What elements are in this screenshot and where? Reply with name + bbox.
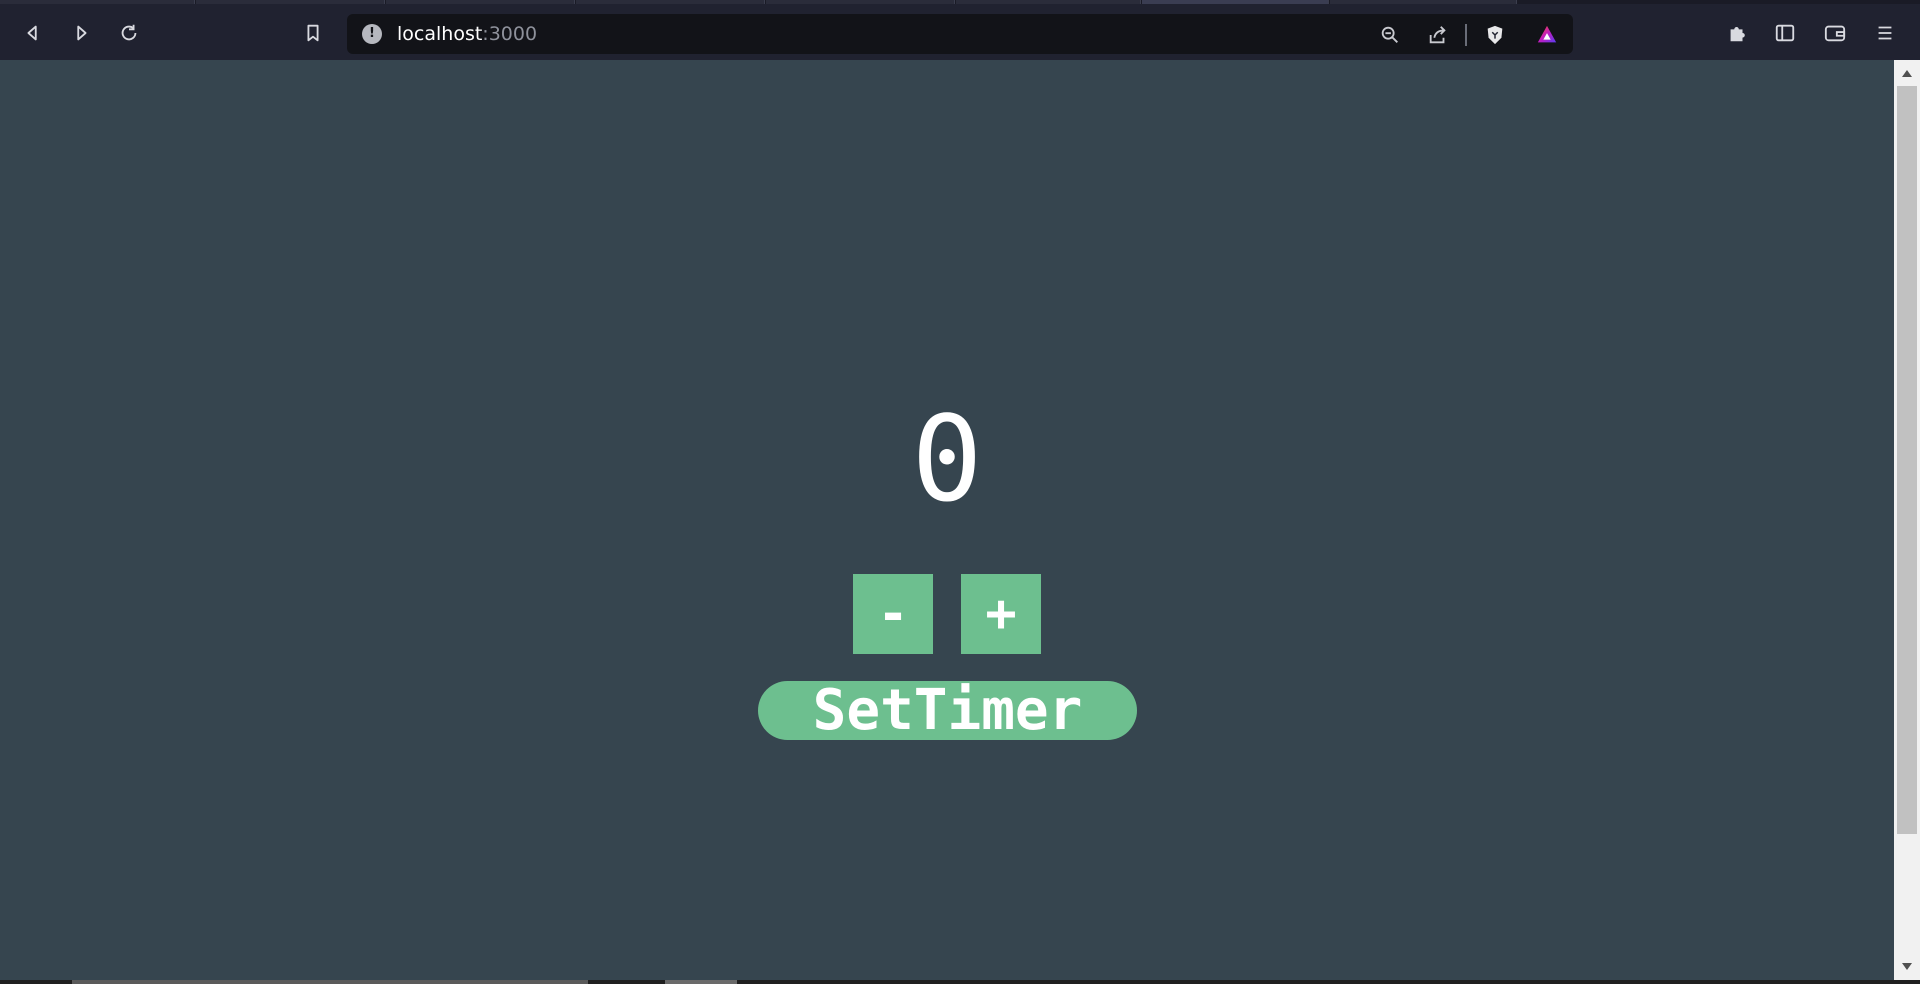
browser-toolbar: ! localhost:3000 [0,4,1920,60]
forward-arrow-icon[interactable] [68,20,94,46]
decrement-button[interactable]: - [853,574,933,654]
url-host: localhost [397,23,483,45]
url-text[interactable]: localhost:3000 [397,24,537,44]
bottom-bar [0,980,1920,984]
page-viewport: 0 - + SetTimer [0,60,1894,980]
bottom-bar-segment [72,980,588,984]
wallet-icon[interactable] [1822,20,1848,46]
scrollbar-thumb[interactable] [1897,86,1917,834]
vertical-scrollbar[interactable] [1894,60,1920,980]
zoom-out-icon[interactable] [1377,22,1403,48]
back-arrow-icon[interactable] [20,20,46,46]
url-port: :3000 [482,23,538,45]
brave-shields-icon[interactable] [1482,22,1508,48]
toolbar-divider [1465,24,1467,46]
bottom-bar-segment [665,980,737,984]
count-display: 0 [911,390,983,528]
scroll-down-icon[interactable] [1902,963,1912,970]
sidebar-icon[interactable] [1772,20,1798,46]
share-icon[interactable] [1425,22,1451,48]
increment-button[interactable]: + [961,574,1041,654]
puzzle-icon[interactable] [1724,20,1750,46]
brave-rewards-icon[interactable] [1534,22,1560,48]
reload-icon[interactable] [116,20,142,46]
address-bar[interactable]: ! localhost:3000 [347,14,1573,54]
counter-app: 0 - + SetTimer [0,60,1894,980]
set-timer-button[interactable]: SetTimer [758,681,1137,740]
bookmark-icon[interactable] [300,20,326,46]
info-icon[interactable]: ! [362,24,382,44]
menu-icon[interactable] [1872,20,1898,46]
scroll-up-icon[interactable] [1902,70,1912,77]
